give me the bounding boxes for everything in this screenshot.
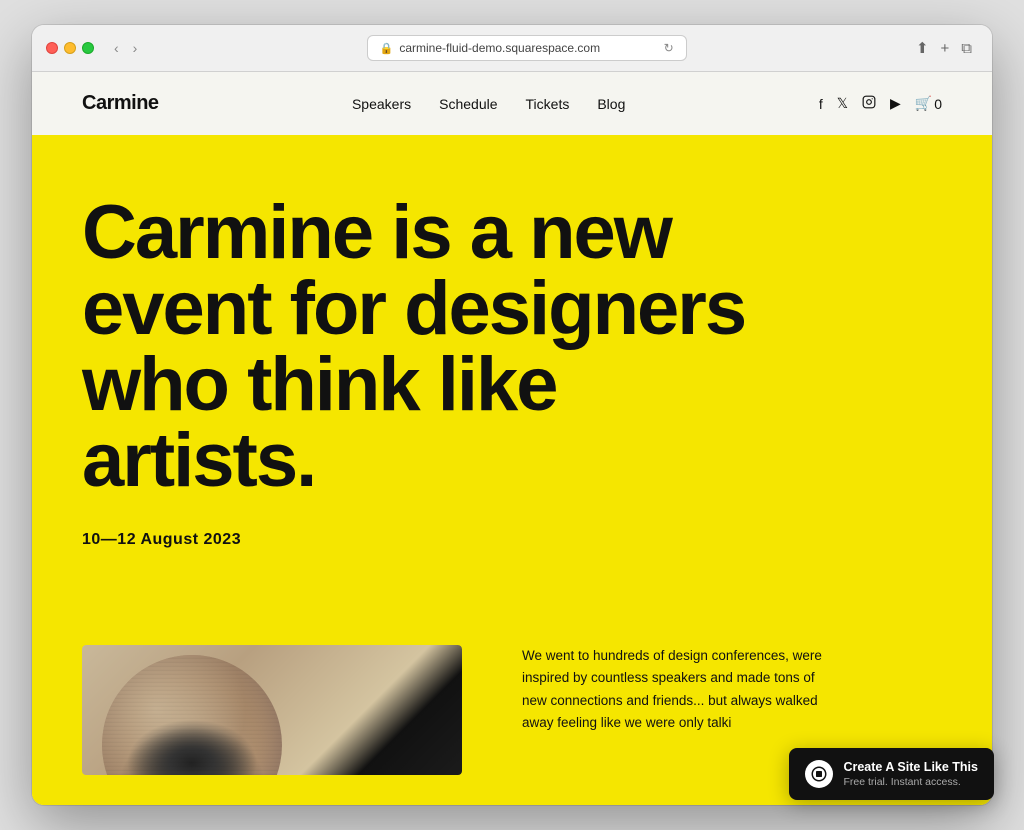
cart-icon[interactable]: 🛒 0 — [915, 95, 942, 112]
squarespace-sub-text: Free trial. Instant access. — [843, 776, 978, 788]
site-nav: Carmine Speakers Schedule Tickets Blog f… — [32, 72, 992, 135]
forward-button[interactable]: › — [131, 41, 140, 55]
url-text: carmine-fluid-demo.squarespace.com — [399, 41, 600, 55]
full-page: Carmine Speakers Schedule Tickets Blog f… — [32, 72, 992, 805]
twitter-icon[interactable]: 𝕏 — [837, 95, 848, 112]
browser-actions: ⬆ + ⧉ — [914, 37, 974, 59]
refresh-icon[interactable]: ↻ — [664, 41, 674, 55]
squarespace-logo — [805, 760, 833, 788]
hero-image-container — [82, 645, 462, 775]
cart-count: 0 — [934, 96, 942, 112]
traffic-lights — [46, 42, 94, 54]
browser-window: ‹ › 🔒 carmine-fluid-demo.squarespace.com… — [32, 25, 992, 805]
nav-links: Speakers Schedule Tickets Blog — [352, 96, 625, 112]
hero-section: Carmine is a new event for designers who… — [32, 135, 992, 645]
share-button[interactable]: ⬆ — [914, 37, 931, 59]
back-button[interactable]: ‹ — [112, 41, 121, 55]
browser-titlebar: ‹ › 🔒 carmine-fluid-demo.squarespace.com… — [32, 25, 992, 71]
body-text: We went to hundreds of design conference… — [522, 645, 842, 734]
close-button[interactable] — [46, 42, 58, 54]
squarespace-banner[interactable]: Create A Site Like This Free trial. Inst… — [789, 748, 994, 800]
hero-and-below: Carmine is a new event for designers who… — [32, 135, 992, 805]
maximize-button[interactable] — [82, 42, 94, 54]
hero-date: 10—12 August 2023 — [82, 531, 942, 549]
youtube-icon[interactable]: ▶ — [890, 95, 901, 112]
nav-tickets[interactable]: Tickets — [526, 96, 570, 112]
artwork-circle — [102, 655, 282, 775]
address-bar-container: 🔒 carmine-fluid-demo.squarespace.com ↻ — [147, 35, 906, 61]
nav-blog[interactable]: Blog — [597, 96, 625, 112]
hero-image — [82, 645, 462, 775]
nav-schedule[interactable]: Schedule — [439, 96, 497, 112]
squarespace-main-text: Create A Site Like This — [843, 760, 978, 774]
website-content: Carmine Speakers Schedule Tickets Blog f… — [32, 72, 992, 805]
facebook-icon[interactable]: f — [819, 96, 823, 112]
instagram-icon[interactable] — [862, 95, 876, 112]
address-bar[interactable]: 🔒 carmine-fluid-demo.squarespace.com ↻ — [367, 35, 687, 61]
squarespace-logo-svg — [810, 765, 828, 783]
browser-chrome: ‹ › 🔒 carmine-fluid-demo.squarespace.com… — [32, 25, 992, 72]
browser-controls: ‹ › — [112, 41, 139, 55]
site-logo[interactable]: Carmine — [82, 92, 159, 115]
tab-overview-button[interactable]: ⧉ — [959, 38, 974, 59]
lock-icon: 🔒 — [380, 42, 394, 55]
new-tab-button[interactable]: + — [939, 38, 952, 59]
artwork-detail — [102, 655, 282, 775]
minimize-button[interactable] — [64, 42, 76, 54]
squarespace-text-block: Create A Site Like This Free trial. Inst… — [843, 760, 978, 788]
hero-headline: Carmine is a new event for designers who… — [82, 195, 762, 499]
nav-icons: f 𝕏 ▶ 🛒 0 — [819, 95, 942, 112]
nav-speakers[interactable]: Speakers — [352, 96, 411, 112]
cart-symbol: 🛒 — [915, 95, 932, 112]
